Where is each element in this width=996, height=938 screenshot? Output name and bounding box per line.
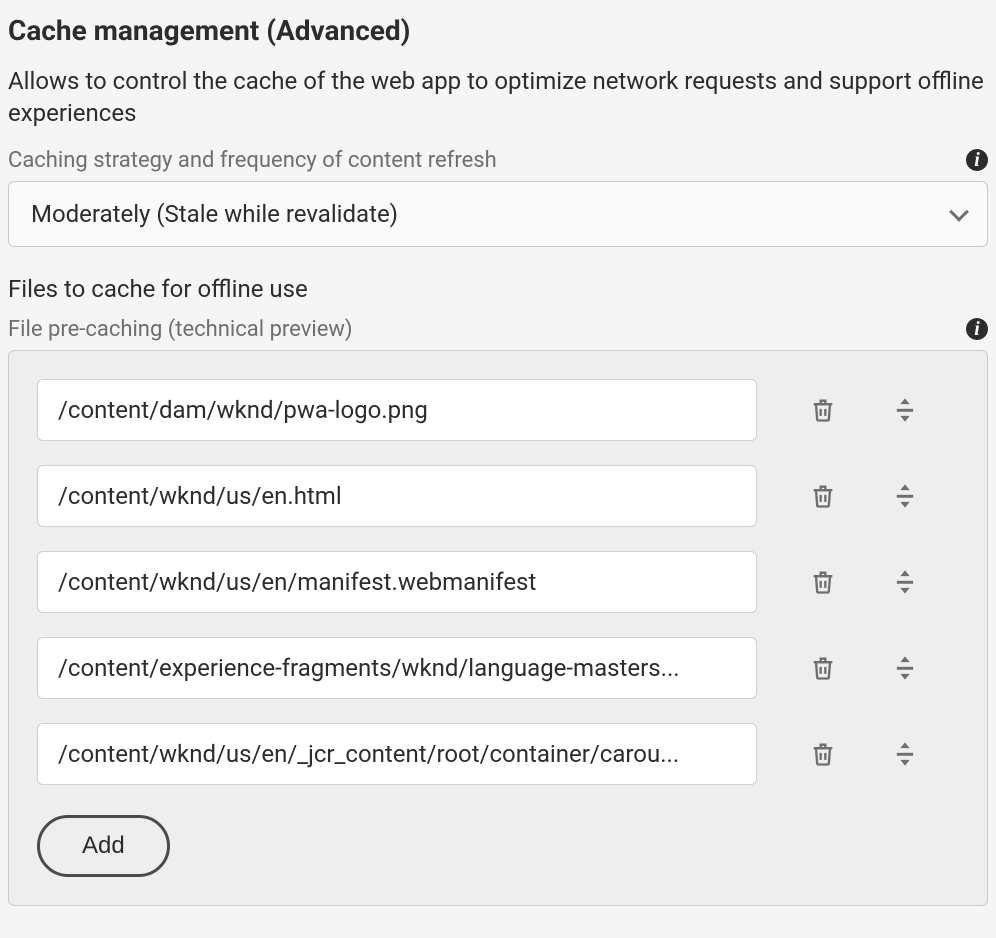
reorder-button[interactable]: [889, 738, 921, 770]
row-actions: [777, 652, 931, 684]
row-actions: [777, 480, 931, 512]
cache-management-section: Cache management (Advanced) Allows to co…: [0, 0, 996, 926]
reorder-icon: [891, 482, 919, 510]
reorder-button[interactable]: [889, 480, 921, 512]
file-path-input[interactable]: /content/dam/wknd/pwa-logo.png: [37, 379, 757, 441]
reorder-button[interactable]: [889, 652, 921, 684]
info-icon[interactable]: [966, 318, 988, 340]
delete-button[interactable]: [807, 738, 839, 770]
strategy-select-wrap: Moderately (Stale while revalidate): [8, 181, 988, 247]
trash-icon: [809, 654, 837, 682]
delete-button[interactable]: [807, 652, 839, 684]
reorder-button[interactable]: [889, 394, 921, 426]
trash-icon: [809, 740, 837, 768]
row-actions: [777, 394, 931, 426]
file-path-input[interactable]: /content/experience-fragments/wknd/langu…: [37, 637, 757, 699]
file-path-input[interactable]: /content/wknd/us/en.html: [37, 465, 757, 527]
info-icon[interactable]: [966, 149, 988, 171]
precache-label-row: File pre-caching (technical preview): [8, 317, 988, 342]
strategy-label: Caching strategy and frequency of conten…: [8, 148, 497, 173]
precache-label: File pre-caching (technical preview): [8, 317, 353, 342]
delete-button[interactable]: [807, 394, 839, 426]
strategy-label-row: Caching strategy and frequency of conten…: [8, 148, 988, 173]
section-description: Allows to control the cache of the web a…: [8, 65, 988, 130]
trash-icon: [809, 482, 837, 510]
reorder-icon: [891, 568, 919, 596]
reorder-button[interactable]: [889, 566, 921, 598]
reorder-icon: [891, 740, 919, 768]
row-actions: [777, 566, 931, 598]
file-path-input[interactable]: /content/wknd/us/en/_jcr_content/root/co…: [37, 723, 757, 785]
file-row: /content/wknd/us/en.html: [37, 465, 959, 527]
file-row: /content/wknd/us/en/_jcr_content/root/co…: [37, 723, 959, 785]
file-row: /content/experience-fragments/wknd/langu…: [37, 637, 959, 699]
add-button[interactable]: Add: [37, 815, 170, 877]
delete-button[interactable]: [807, 480, 839, 512]
file-row: /content/wknd/us/en/manifest.webmanifest: [37, 551, 959, 613]
delete-button[interactable]: [807, 566, 839, 598]
file-path-input[interactable]: /content/wknd/us/en/manifest.webmanifest: [37, 551, 757, 613]
file-row: /content/dam/wknd/pwa-logo.png: [37, 379, 959, 441]
files-heading: Files to cache for offline use: [8, 275, 988, 303]
trash-icon: [809, 568, 837, 596]
strategy-selected-value: Moderately (Stale while revalidate): [31, 200, 398, 228]
reorder-icon: [891, 654, 919, 682]
reorder-icon: [891, 396, 919, 424]
section-title: Cache management (Advanced): [8, 14, 988, 47]
trash-icon: [809, 396, 837, 424]
strategy-select[interactable]: Moderately (Stale while revalidate): [8, 181, 988, 247]
file-precache-panel: /content/dam/wknd/pwa-logo.png /content/…: [8, 350, 988, 906]
row-actions: [777, 738, 931, 770]
